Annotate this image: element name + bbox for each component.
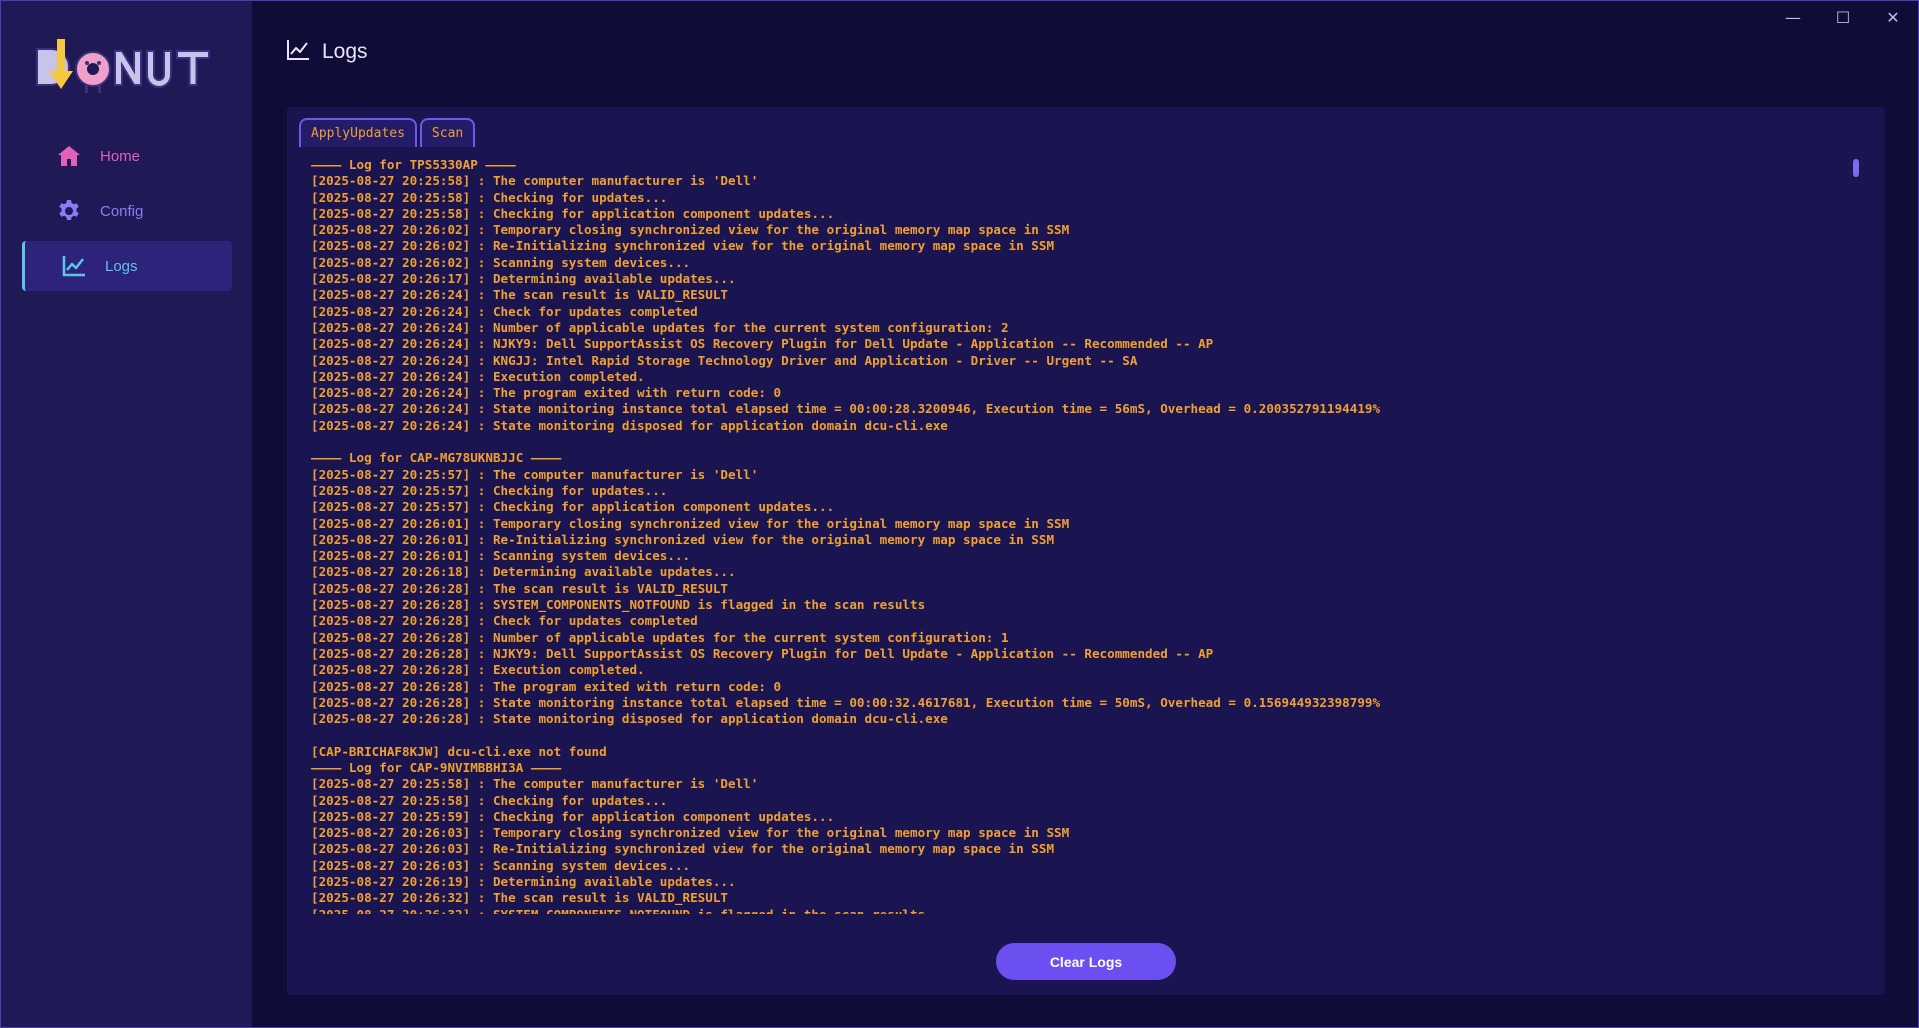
log-line: [2025-08-27 20:26:24] : Execution comple… (311, 368, 645, 384)
clear-logs-button[interactable]: Clear Logs (996, 943, 1176, 980)
log-line: [2025-08-27 20:26:28] : State monitoring… (311, 694, 1381, 710)
maximize-button[interactable]: ☐ (1818, 1, 1868, 33)
log-line: [2025-08-27 20:26:24] : State monitoring… (311, 401, 1381, 417)
log-line: [2025-08-27 20:26:32] : SYSTEM_COMPONENT… (311, 907, 1851, 914)
page-header: Logs (286, 37, 368, 67)
close-button[interactable]: ✕ (1868, 1, 1918, 33)
log-line: [2025-08-27 20:26:02] : Scanning system … (311, 254, 691, 270)
log-line: [2025-08-27 20:26:24] : KNGJJ: Intel Rap… (311, 352, 1138, 368)
sidebar-item-label: Home (100, 147, 141, 165)
log-output[interactable]: ———— Log for TPS5330AP ———— [2025-08-27 2… (311, 157, 1851, 914)
logs-panel: ApplyUpdates Scan ———— Log for TPS5330AP… (287, 107, 1885, 995)
app-window: Home Config Logs — ☐ ✕ Logs ApplyUpdates… (0, 0, 1919, 1028)
log-line: [2025-08-27 20:26:28] : State monitoring… (311, 711, 948, 727)
log-line: [2025-08-27 20:26:24] : Check for update… (311, 303, 698, 319)
log-line: [2025-08-27 20:26:28] : Number of applic… (311, 629, 1009, 645)
log-line: [CAP-BRICHAF8KJW] dcu-cli.exe not found (311, 743, 607, 759)
sidebar-item-config[interactable]: Config (22, 186, 232, 236)
sidebar-item-logs[interactable]: Logs (22, 241, 232, 291)
log-line: [2025-08-27 20:26:28] : The program exit… (311, 678, 782, 694)
log-line: [2025-08-27 20:26:24] : The scan result … (311, 287, 729, 303)
log-line: [2025-08-27 20:26:32] : The scan result … (311, 890, 729, 906)
chart-line-icon (59, 251, 89, 281)
log-line: [2025-08-27 20:26:03] : Re-Initializing … (311, 841, 1055, 857)
log-line: [2025-08-27 20:25:58] : The computer man… (311, 173, 759, 189)
log-line: ———— Log for CAP-9NVIMBBHI3A ———— (311, 759, 562, 775)
log-line: [2025-08-27 20:26:28] : NJKY9: Dell Supp… (311, 645, 1214, 661)
log-line: [2025-08-27 20:25:59] : Checking for app… (311, 808, 835, 824)
window-controls: — ☐ ✕ (1768, 1, 1918, 33)
scrollbar-thumb[interactable] (1853, 159, 1859, 177)
log-line: [2025-08-27 20:26:18] : Determining avai… (311, 564, 736, 580)
tab-scan[interactable]: Scan (419, 118, 476, 147)
log-line: [2025-08-27 20:25:58] : The computer man… (311, 776, 759, 792)
sidebar-item-home[interactable]: Home (22, 131, 232, 181)
log-line: [2025-08-27 20:25:57] : Checking for app… (311, 499, 835, 515)
log-line: [2025-08-27 20:26:03] : Temporary closin… (311, 825, 1070, 841)
log-line: [2025-08-27 20:26:28] : The scan result … (311, 580, 729, 596)
log-line: [2025-08-27 20:26:02] : Temporary closin… (311, 222, 1070, 238)
log-line: [2025-08-27 20:26:24] : NJKY9: Dell Supp… (311, 336, 1214, 352)
log-line: [2025-08-27 20:26:28] : Check for update… (311, 613, 698, 629)
log-line: [2025-08-27 20:25:58] : Checking for upd… (311, 792, 668, 808)
log-line: [2025-08-27 20:26:02] : Re-Initializing … (311, 238, 1055, 254)
log-line: [2025-08-27 20:26:03] : Scanning system … (311, 857, 691, 873)
log-line: [2025-08-27 20:26:01] : Temporary closin… (311, 515, 1070, 531)
log-line: [2025-08-27 20:26:01] : Re-Initializing … (311, 531, 1055, 547)
log-line: [2025-08-27 20:26:28] : Execution comple… (311, 662, 645, 678)
log-line: [2025-08-27 20:25:58] : Checking for upd… (311, 189, 668, 205)
log-line: [2025-08-27 20:26:24] : State monitoring… (311, 417, 948, 433)
gear-icon (54, 196, 84, 226)
log-line: [2025-08-27 20:26:17] : Determining avai… (311, 271, 736, 287)
donut-logo (35, 37, 221, 99)
chart-line-icon (286, 39, 310, 65)
log-line: ———— Log for CAP-MG78UKNBJJC ———— (311, 450, 562, 466)
sidebar-item-label: Config (100, 202, 144, 220)
log-line: [2025-08-27 20:26:19] : Determining avai… (311, 874, 736, 890)
log-line: [2025-08-27 20:25:58] : Checking for app… (311, 205, 835, 221)
log-line: ———— Log for TPS5330AP ———— (311, 157, 516, 172)
sidebar-item-label: Logs (105, 257, 138, 275)
home-icon (54, 141, 84, 171)
tab-applyupdates[interactable]: ApplyUpdates (299, 118, 417, 147)
minimize-button[interactable]: — (1768, 1, 1818, 33)
log-line: [2025-08-27 20:25:57] : The computer man… (311, 466, 759, 482)
log-tabs: ApplyUpdates Scan (299, 118, 478, 147)
log-line: [2025-08-27 20:25:57] : Checking for upd… (311, 482, 668, 498)
sidebar: Home Config Logs (1, 1, 252, 1027)
log-line: [2025-08-27 20:26:24] : The program exit… (311, 385, 782, 401)
page-title: Logs (322, 40, 368, 63)
log-line: [2025-08-27 20:26:28] : SYSTEM_COMPONENT… (311, 597, 926, 613)
log-line: [2025-08-27 20:26:24] : Number of applic… (311, 319, 1009, 335)
log-line: [2025-08-27 20:26:01] : Scanning system … (311, 548, 691, 564)
